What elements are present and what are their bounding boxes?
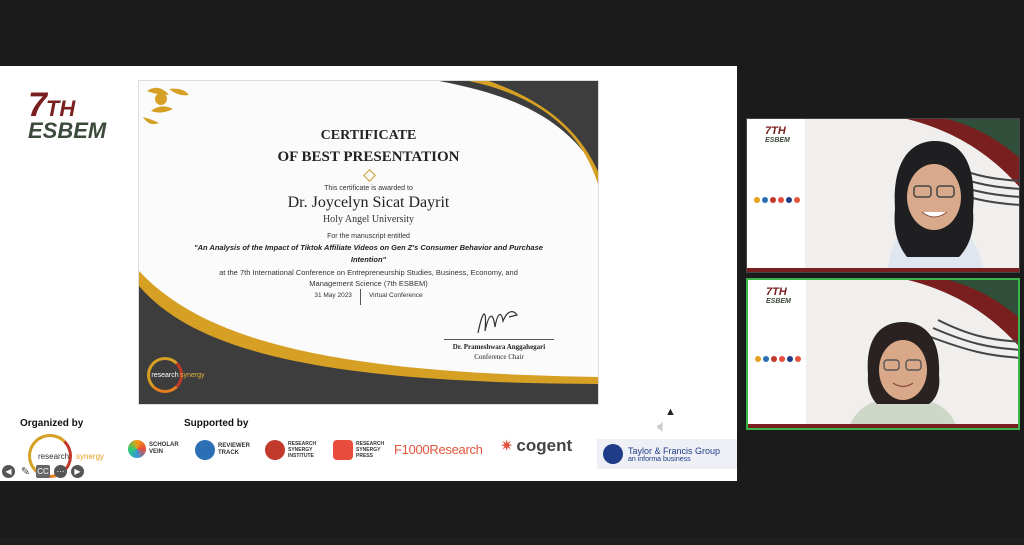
date-row: 31 May 2023 Virtual Conference <box>139 289 598 305</box>
signature-line <box>444 339 554 340</box>
conference-mode: Virtual Conference <box>368 292 423 299</box>
sponsor-cogent: ✷ cogent <box>500 436 573 455</box>
conference-logo-small: 7TH ESBEM <box>765 125 790 145</box>
background-strip <box>748 424 1018 428</box>
mouse-cursor-icon: ▲ <box>665 406 676 418</box>
tf-logo-icon <box>603 444 623 464</box>
certificate-title-line1: CERTIFICATE <box>320 128 417 143</box>
signature-image <box>477 311 518 334</box>
previous-slide-icon[interactable]: ◀ <box>2 465 15 478</box>
conference-text: at the 7th International Conference on E… <box>219 268 518 288</box>
organizer-text: research <box>38 452 70 461</box>
paper-title: "An Analysis of the Impact of Tiktok Aff… <box>194 243 543 264</box>
certificate-title-line2: OF BEST PRESENTATION <box>277 149 460 165</box>
signer-role: Conference Chair <box>474 353 524 361</box>
conference-logo-small: 7TH ESBEM <box>766 286 791 306</box>
slide-controls: ◀ ✎ CC ⋯ ▶ <box>2 465 84 478</box>
pen-icon[interactable]: ✎ <box>19 465 32 478</box>
research-synergy-logo: research synergy <box>147 357 205 393</box>
more-options-icon[interactable]: ⋯ <box>54 465 67 478</box>
participant-1-image <box>887 141 985 272</box>
rs-logo-icon <box>265 440 285 460</box>
conference-logo: 7TH ESBEM <box>28 86 107 143</box>
logo-ring-icon: research <box>147 357 183 393</box>
for-manuscript-text: For the manuscript entitled <box>327 233 410 240</box>
certificate: CERTIFICATE OF BEST PRESENTATION This ce… <box>138 80 599 405</box>
signer-name: Dr. Prameshwara Anggahegari <box>452 343 546 351</box>
sponsor-scholar-vein: SCHOLAR VEIN <box>128 440 179 458</box>
next-slide-icon[interactable]: ▶ <box>71 465 84 478</box>
sponsor-taylor-francis: Taylor & Francis Group an informa busine… <box>597 439 737 469</box>
participant-video-2-active-speaker[interactable]: 7TH ESBEM <box>746 278 1020 430</box>
organized-by-label: Organized by <box>20 418 84 429</box>
taskbar <box>0 538 1024 545</box>
sponsor-rs-institute: RESEARCH SYNERGY INSTITUTE <box>265 440 316 460</box>
participant-video-1[interactable]: 7TH ESBEM <box>746 118 1020 273</box>
sponsor-logos-small <box>753 191 803 209</box>
awarded-text: This certificate is awarded to <box>324 185 413 192</box>
recipient-university: Holy Angel University <box>322 214 415 225</box>
supported-by-label: Supported by <box>184 418 249 429</box>
recipient-name: Dr. Joycelyn Sicat Dayrit <box>287 194 450 211</box>
shared-screen: 7TH ESBEM CERTIFICATE OF BEST PRESENTATI… <box>0 66 737 481</box>
captions-button[interactable]: CC <box>36 465 50 478</box>
star-logo-icon <box>128 440 146 458</box>
organizer-text2: synergy <box>76 452 105 461</box>
molecule-icon: ✷ <box>500 438 514 455</box>
sponsor-logos-small <box>754 350 804 368</box>
divider <box>359 289 361 305</box>
conference-date: 31 May 2023 <box>314 292 352 299</box>
sponsor-f1000: F1000Research <box>394 442 483 457</box>
speaker-icon[interactable]: 🔈︎ <box>657 416 668 437</box>
r-logo-icon <box>195 440 215 460</box>
book-logo-icon <box>333 440 353 460</box>
sponsor-rs-press: RESEARCH SYNERGY PRESS <box>333 440 384 460</box>
meeting-window: 7TH ESBEM CERTIFICATE OF BEST PRESENTATI… <box>0 0 1024 545</box>
background-strip <box>747 268 1019 272</box>
sponsor-reviewer-track: REVIEWER TRACK <box>195 440 250 460</box>
participant-2-image <box>849 322 957 428</box>
